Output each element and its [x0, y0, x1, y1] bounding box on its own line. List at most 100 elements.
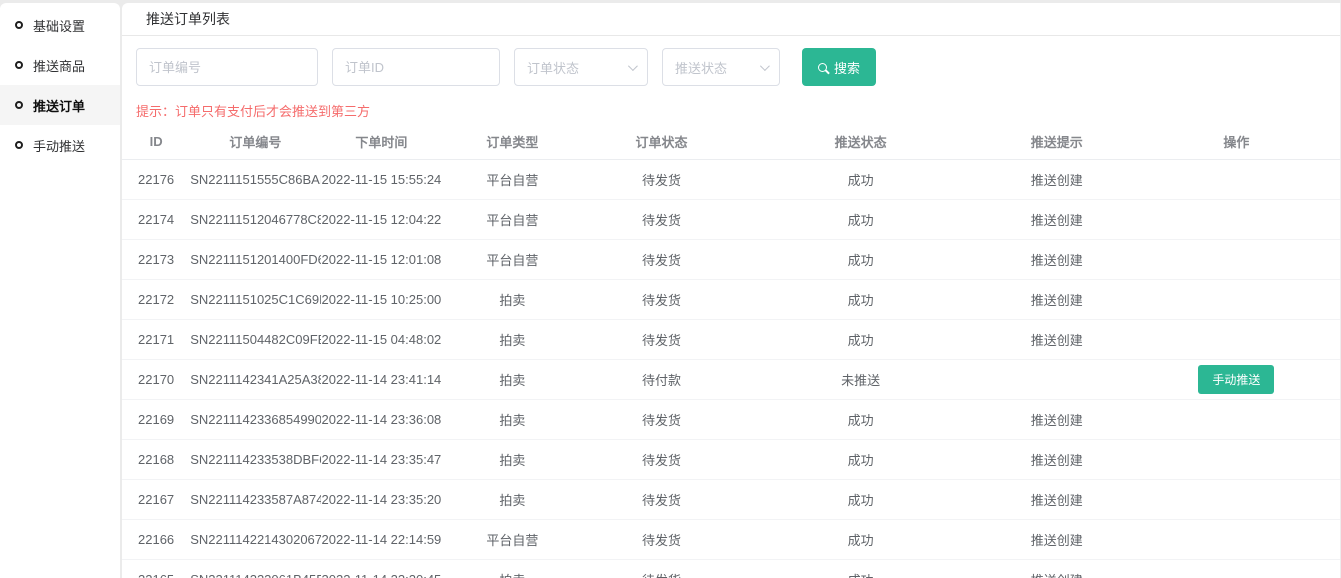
table-row: 22172SN2211151025C1C69B2022-11-15 10:25:…	[122, 280, 1340, 320]
order-type-cell: 拍卖	[442, 490, 582, 509]
order-no-input[interactable]	[136, 48, 318, 86]
sidebar-item-push-products[interactable]: 推送商品	[0, 45, 120, 85]
push-tip-cell: 推送创建	[981, 290, 1133, 309]
table-row: 22169SN22111423368549902022-11-14 23:36:…	[122, 400, 1340, 440]
sidebar-item-basic-settings[interactable]: 基础设置	[0, 5, 120, 45]
order-status-cell: 待发货	[582, 490, 740, 509]
table-row: 22174SN22111512046778C82022-11-15 12:04:…	[122, 200, 1340, 240]
push-tip-cell: 推送创建	[981, 570, 1133, 578]
order-status-cell: 待发货	[582, 530, 740, 549]
order-status-cell: 待发货	[582, 450, 740, 469]
order-no-cell: SN2211142336854990	[190, 412, 320, 427]
order-time-cell: 2022-11-14 22:20:45	[321, 572, 443, 578]
column-header: 订单类型	[442, 132, 582, 151]
order-time-cell: 2022-11-14 23:35:47	[321, 452, 443, 467]
circle-icon	[15, 101, 23, 109]
table-row: 22173SN2211151201400FD62022-11-15 12:01:…	[122, 240, 1340, 280]
table-row: 22165SN221114222061B45E42022-11-14 22:20…	[122, 560, 1340, 578]
search-button[interactable]: 搜索	[802, 48, 876, 86]
chevron-down-icon	[760, 61, 770, 71]
order-type-cell: 平台自营	[442, 170, 582, 189]
order-time-cell: 2022-11-14 23:41:14	[321, 372, 443, 387]
order-id-cell: 22169	[122, 412, 190, 427]
push-status-cell: 成功	[741, 450, 981, 469]
sidebar-item-label: 基础设置	[33, 16, 85, 35]
column-header: 订单状态	[582, 132, 740, 151]
push-tip-cell: 推送创建	[981, 250, 1133, 269]
push-status-cell: 成功	[741, 530, 981, 549]
order-status-cell: 待付款	[582, 370, 740, 389]
order-type-cell: 拍卖	[442, 570, 582, 578]
order-status-cell: 待发货	[582, 170, 740, 189]
order-time-cell: 2022-11-15 10:25:00	[321, 292, 443, 307]
table-row: 22168SN221114233538DBF62022-11-14 23:35:…	[122, 440, 1340, 480]
order-no-cell: SN2211151025C1C69B	[190, 292, 320, 307]
push-tip-cell: 推送创建	[981, 410, 1133, 429]
column-header: 推送状态	[741, 132, 981, 151]
table-row: 22171SN22111504482C09FB2022-11-15 04:48:…	[122, 320, 1340, 360]
circle-icon	[15, 21, 23, 29]
order-no-cell: SN2211151201400FD6	[190, 252, 320, 267]
push-status-cell: 成功	[741, 290, 981, 309]
search-button-label: 搜索	[834, 58, 860, 77]
sidebar-item-push-orders[interactable]: 推送订单	[0, 85, 120, 125]
order-time-cell: 2022-11-15 12:04:22	[321, 212, 443, 227]
table-row: 22176SN2211151555C86BAE2022-11-15 15:55:…	[122, 160, 1340, 200]
order-time-cell: 2022-11-15 12:01:08	[321, 252, 443, 267]
order-id-cell: 22167	[122, 492, 190, 507]
order-status-cell: 待发货	[582, 570, 740, 578]
order-id-cell: 22172	[122, 292, 190, 307]
order-status-cell: 待发货	[582, 410, 740, 429]
order-no-cell: SN221114233538DBF6	[190, 452, 320, 467]
payment-hint-text: 提示：订单只有支付后才会推送到第三方	[136, 101, 1340, 120]
column-header: 推送提示	[981, 132, 1133, 151]
order-no-cell: SN2211142214302067	[190, 532, 320, 547]
order-id-input[interactable]	[332, 48, 500, 86]
order-type-cell: 拍卖	[442, 370, 582, 389]
order-type-cell: 平台自营	[442, 210, 582, 229]
circle-icon	[15, 61, 23, 69]
action-cell: 手动推送	[1133, 365, 1340, 394]
push-status-cell: 成功	[741, 330, 981, 349]
filter-bar: 订单状态 推送状态 搜索	[136, 48, 1340, 86]
sidebar-item-label: 手动推送	[33, 136, 85, 155]
push-status-cell: 成功	[741, 410, 981, 429]
column-header: 下单时间	[321, 132, 443, 151]
orders-table: ID订单编号下单时间订单类型订单状态推送状态推送提示操作 22176SN2211…	[122, 124, 1340, 578]
order-status-select-placeholder: 订单状态	[527, 58, 579, 77]
sidebar-item-label: 推送订单	[33, 96, 85, 115]
table-body: 22176SN2211151555C86BAE2022-11-15 15:55:…	[122, 160, 1340, 578]
order-status-cell: 待发货	[582, 330, 740, 349]
order-status-select[interactable]: 订单状态	[514, 48, 648, 86]
page-title-bar: 推送订单列表	[122, 3, 1340, 36]
order-time-cell: 2022-11-15 04:48:02	[321, 332, 443, 347]
push-status-cell: 成功	[741, 490, 981, 509]
order-status-cell: 待发货	[582, 250, 740, 269]
push-tip-cell: 推送创建	[981, 210, 1133, 229]
chevron-down-icon	[628, 61, 638, 71]
push-status-select-placeholder: 推送状态	[675, 58, 727, 77]
order-no-cell: SN2211142341A25A38	[190, 372, 320, 387]
push-status-cell: 未推送	[741, 370, 981, 389]
table-row: 22167SN221114233587A8742022-11-14 23:35:…	[122, 480, 1340, 520]
order-no-cell: SN2211151555C86BAE	[190, 172, 320, 187]
order-type-cell: 拍卖	[442, 290, 582, 309]
push-status-cell: 成功	[741, 570, 981, 578]
order-no-cell: SN22111504482C09FB	[190, 332, 320, 347]
order-status-cell: 待发货	[582, 210, 740, 229]
order-id-cell: 22170	[122, 372, 190, 387]
sidebar-item-label: 推送商品	[33, 56, 85, 75]
sidebar-item-manual-push[interactable]: 手动推送	[0, 125, 120, 165]
order-id-cell: 22165	[122, 572, 190, 578]
order-type-cell: 拍卖	[442, 410, 582, 429]
push-status-cell: 成功	[741, 210, 981, 229]
manual-push-button[interactable]: 手动推送	[1198, 365, 1274, 394]
push-tip-cell: 推送创建	[981, 170, 1133, 189]
order-time-cell: 2022-11-15 15:55:24	[321, 172, 443, 187]
push-status-select[interactable]: 推送状态	[662, 48, 780, 86]
order-status-cell: 待发货	[582, 290, 740, 309]
order-id-cell: 22176	[122, 172, 190, 187]
order-time-cell: 2022-11-14 23:36:08	[321, 412, 443, 427]
app-window: 基础设置推送商品推送订单手动推送 推送订单列表 订单状态 推送状态 搜索 提示：…	[0, 0, 1341, 578]
push-tip-cell: 推送创建	[981, 330, 1133, 349]
